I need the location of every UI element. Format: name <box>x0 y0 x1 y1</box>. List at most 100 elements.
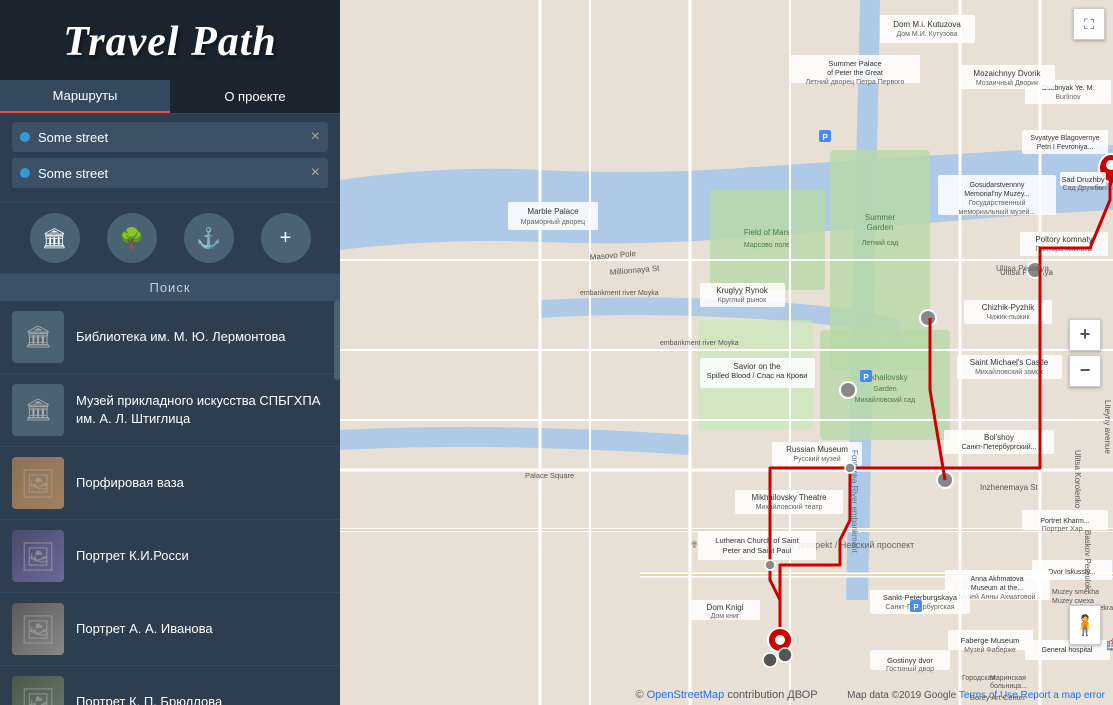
svg-text:Lutheran Church of Saint: Lutheran Church of Saint <box>715 536 799 545</box>
svg-text:Summer Palace: Summer Palace <box>828 59 881 68</box>
svg-text:Гостиный двор: Гостиный двор <box>886 665 934 673</box>
list-item[interactable]: 🏛 Библиотека им. М. Ю. Лермонтова <box>0 301 340 374</box>
svg-text:Круглый рынок: Круглый рынок <box>718 296 767 304</box>
list-item[interactable]: 🖼 Портрет А. А. Иванова <box>0 593 340 666</box>
location-inputs: Some street × Some street × <box>0 114 340 203</box>
svg-text:Baskov Pereulok: Baskov Pereulok <box>1083 530 1092 591</box>
poi-thumb: 🏛 <box>12 311 64 363</box>
svg-text:Маринская: Маринская <box>990 675 1026 682</box>
poi-name: Портрет К. П. Брюллова <box>76 693 222 705</box>
list-item[interactable]: 🖼 Портрет К. П. Брюллова <box>0 666 340 705</box>
svg-text:Сад Дружбы: Сад Дружбы <box>1063 184 1104 192</box>
fullscreen-button[interactable]: ⛶ <box>1073 8 1105 40</box>
attribution-text: © <box>635 689 646 701</box>
svg-text:Портрет Хар...: Портрет Хар... <box>1042 526 1089 533</box>
tab-about[interactable]: О проекте <box>170 80 340 113</box>
svg-text:Gostinyy dvor: Gostinyy dvor <box>887 656 933 665</box>
sidebar-scrollbar[interactable] <box>334 300 340 380</box>
svg-text:embankment river Moyka: embankment river Moyka <box>580 290 659 297</box>
svg-text:Kruglyy Rynok: Kruglyy Rynok <box>716 286 769 295</box>
openstreetmap-link[interactable]: OpenStreetMap <box>647 689 725 701</box>
svg-text:P: P <box>822 133 828 142</box>
map-svg: Summer Garden Летний сад Field of Mars М… <box>340 0 1113 705</box>
svg-text:Михайловский театр: Михайловский театр <box>756 503 823 511</box>
location-close-1[interactable]: × <box>305 164 320 182</box>
map-zoom-controls: + − <box>1069 319 1101 387</box>
poi-name: Портрет К.И.Росси <box>76 547 189 565</box>
poi-thumb: 🖼 <box>12 530 64 582</box>
map-data-text: Map data ©2019 Google <box>847 690 959 701</box>
poi-list: 🏛 Библиотека им. М. Ю. Лермонтова 🏛 Музе… <box>0 301 340 705</box>
icon-row: 🏛 🌳 ⚓ + <box>0 203 340 274</box>
svg-text:Saint Michael's Castle: Saint Michael's Castle <box>970 358 1049 367</box>
pegman-button[interactable]: 🧍 <box>1069 605 1101 645</box>
svg-text:Dom Knigi: Dom Knigi <box>707 603 744 612</box>
pegman-icon: 🧍 <box>1073 613 1098 638</box>
add-icon[interactable]: + <box>261 213 311 263</box>
svg-text:Portret Kharm...: Portret Kharm... <box>1040 518 1089 525</box>
svg-text:P: P <box>863 373 869 382</box>
tab-routes[interactable]: Маршруты <box>0 80 170 113</box>
sidebar-header: Travel Path <box>0 0 340 80</box>
svg-text:Ulitsa Korolenko: Ulitsa Korolenko <box>1073 450 1082 509</box>
svg-text:Svyatyye Blagovernye: Svyatyye Blagovernye <box>1030 135 1099 142</box>
map-data-attribution: Map data ©2019 Google Terms of Use Repor… <box>847 690 1105 701</box>
search-label: Поиск <box>0 274 340 301</box>
location-dot-0 <box>20 132 30 142</box>
svg-text:Spilled Blood / Спас на Крови: Spilled Blood / Спас на Крови <box>707 371 808 380</box>
svg-text:Muzey smekha: Muzey smekha <box>1052 589 1099 596</box>
sidebar-tabs: МаршрутыО проекте <box>0 80 340 114</box>
poi-thumb: 🖼 <box>12 603 64 655</box>
svg-text:Field of Mars: Field of Mars <box>744 228 790 237</box>
museum-icon[interactable]: 🏛 <box>30 213 80 263</box>
poi-info: Портрет К.И.Росси <box>76 547 189 565</box>
svg-text:Palace Square: Palace Square <box>525 471 574 480</box>
report-link[interactable]: Report a map error <box>1021 690 1105 701</box>
svg-text:Санкт-Петербургский...: Санкт-Петербургский... <box>962 443 1037 451</box>
svg-text:Burlinov: Burlinov <box>1055 94 1081 101</box>
list-item[interactable]: 🖼 Портрет К.И.Росси <box>0 520 340 593</box>
svg-text:Inzhenemaya St: Inzhenemaya St <box>980 483 1039 492</box>
svg-text:Savior on the: Savior on the <box>733 362 781 371</box>
svg-text:Mikhailovsky Theatre: Mikhailovsky Theatre <box>752 493 828 502</box>
list-item[interactable]: 🏛 Музей прикладного искусства СПБГХПА им… <box>0 374 340 447</box>
zoom-in-button[interactable]: + <box>1069 319 1101 351</box>
map-container[interactable]: Summer Garden Летний сад Field of Mars М… <box>340 0 1113 705</box>
svg-text:Memorial'ny Muzey...: Memorial'ny Muzey... <box>964 191 1029 198</box>
svg-text:Muzey смеха: Muzey смеха <box>1052 598 1094 605</box>
svg-text:Мраморный дворец: Мраморный дворец <box>521 218 585 226</box>
svg-text:✟: ✟ <box>690 540 698 551</box>
svg-text:Mozaichnyy Dvorik: Mozaichnyy Dvorik <box>973 69 1041 78</box>
attribution-suffix: contribution ДВОР <box>724 689 817 701</box>
tree-icon[interactable]: 🌳 <box>107 213 157 263</box>
anchor-icon[interactable]: ⚓ <box>184 213 234 263</box>
svg-text:🏥: 🏥 <box>1106 638 1113 651</box>
svg-text:Peter and Saint Paul: Peter and Saint Paul <box>723 546 792 555</box>
location-input-row-0: Some street × <box>12 122 328 152</box>
location-text-0[interactable]: Some street <box>38 130 305 145</box>
poi-thumb: 🏛 <box>12 384 64 436</box>
svg-text:General hospital: General hospital <box>1042 647 1093 654</box>
svg-text:Ulitsa Pestalya: Ulitsa Pestalya <box>996 264 1049 273</box>
svg-text:Bol'shoy: Bol'shoy <box>984 433 1014 442</box>
svg-text:Музей Фаберже: Музей Фаберже <box>964 646 1016 654</box>
location-text-1[interactable]: Some street <box>38 166 305 181</box>
poi-name: Портрет А. А. Иванова <box>76 620 213 638</box>
svg-text:Государственный: Государственный <box>969 199 1026 207</box>
svg-text:Faberge Museum: Faberge Museum <box>961 636 1020 645</box>
svg-text:Garden: Garden <box>873 386 896 393</box>
location-close-0[interactable]: × <box>305 128 320 146</box>
svg-text:Dom M.i. Kutuzova: Dom M.i. Kutuzova <box>893 20 961 29</box>
svg-text:Марсово поле: Марсово поле <box>744 242 790 249</box>
terms-link[interactable]: Terms of Use <box>959 690 1018 701</box>
list-item[interactable]: 🖼 Порфировая ваза <box>0 447 340 520</box>
poi-info: Портрет К. П. Брюллова <box>76 693 222 705</box>
svg-text:Museum at the...: Museum at the... <box>971 585 1023 592</box>
svg-text:Garden: Garden <box>867 223 894 232</box>
poi-info: Порфировая ваза <box>76 474 184 492</box>
poi-name: Порфировая ваза <box>76 474 184 492</box>
svg-text:мемориальный музей...: мемориальный музей... <box>959 208 1036 216</box>
zoom-out-button[interactable]: − <box>1069 355 1101 387</box>
svg-text:Русский музей: Русский музей <box>793 455 840 463</box>
poi-info: Портрет А. А. Иванова <box>76 620 213 638</box>
